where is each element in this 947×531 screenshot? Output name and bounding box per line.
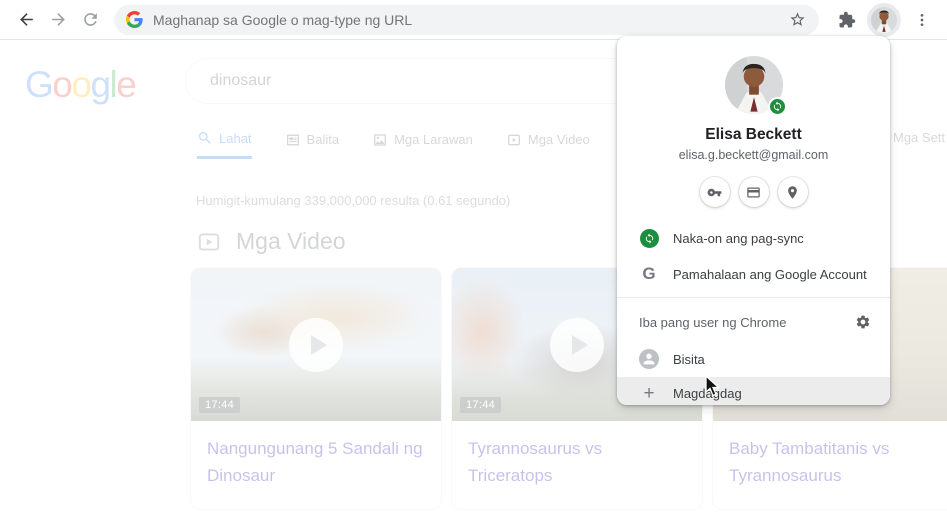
tab-balita[interactable]: Balita	[285, 130, 340, 159]
forward-button[interactable]	[42, 4, 74, 36]
profile-menu: Elisa Beckett elisa.g.beckett@gmail.com …	[617, 36, 890, 405]
profile-shortcuts	[617, 177, 890, 207]
play-button-icon[interactable]	[289, 317, 343, 372]
browser-toolbar	[0, 0, 947, 40]
profile-avatar-large	[724, 56, 787, 116]
videos-heading-label: Mga Video	[236, 228, 346, 254]
star-icon	[789, 12, 805, 26]
extensions-button[interactable]	[831, 4, 863, 36]
result-stats: Humigit-kumulang 339,000,000 resulta (0.…	[196, 193, 511, 208]
profile-menu-header: Elisa Beckett elisa.g.beckett@gmail.com	[617, 36, 890, 207]
video-duration-badge: 17:44	[199, 397, 241, 413]
browser-menu-button[interactable]	[907, 5, 937, 35]
manage-users-button[interactable]	[850, 309, 876, 335]
back-arrow-icon	[19, 13, 33, 26]
tab-label: Mga Video	[527, 132, 590, 147]
sync-badge-icon	[767, 97, 787, 116]
gear-icon	[856, 315, 870, 329]
sync-on-icon	[639, 228, 659, 248]
profile-email: elisa.g.beckett@gmail.com	[678, 148, 829, 162]
profile-name: Elisa Beckett	[705, 126, 802, 143]
video-thumbnail[interactable]: 17:44	[191, 268, 441, 421]
tab-lahat[interactable]: Lahat	[197, 130, 252, 159]
guest-item[interactable]: Bisita	[617, 341, 890, 377]
manage-google-account-item[interactable]: G Pamahalaan ang Google Account	[617, 256, 890, 292]
google-g-glyph-icon: G	[642, 264, 656, 283]
other-users-section: Iba pang user ng Chrome	[617, 303, 890, 341]
search-icon	[199, 132, 211, 144]
bookmark-star-button[interactable]	[785, 8, 809, 32]
forward-arrow-icon	[51, 13, 65, 26]
videos-icon	[507, 134, 520, 145]
profile-avatar	[871, 6, 897, 33]
payment-methods-button[interactable]	[738, 177, 769, 207]
reload-icon	[83, 13, 97, 26]
address-input[interactable]	[153, 11, 785, 28]
manage-account-label: Pamahalaan ang Google Account	[673, 266, 867, 282]
add-user-item[interactable]: + Magdagdag	[617, 377, 890, 405]
profile-avatar-button[interactable]	[867, 2, 901, 37]
tab-mga-larawan[interactable]: Mga Larawan	[372, 130, 473, 159]
profile-menu-items: Naka-on ang pag-sync G Pamahalaan ang Go…	[617, 220, 890, 405]
plus-icon: +	[643, 383, 655, 404]
video-card[interactable]: 17:44 Nangungunang 5 Sandali ng Dinosaur	[190, 267, 442, 510]
other-users-label: Iba pang user ng Chrome	[639, 314, 787, 330]
sync-status-item[interactable]: Naka-on ang pag-sync	[617, 220, 890, 256]
three-dots-icon	[920, 13, 924, 26]
tab-mga-setting[interactable]: Mga Sett	[893, 130, 945, 145]
google-logo[interactable]: Google	[25, 64, 137, 106]
guest-avatar-icon	[639, 349, 659, 369]
sync-status-label: Naka-on ang pag-sync	[673, 230, 804, 246]
location-pin-icon	[788, 185, 797, 199]
puzzle-icon	[839, 11, 856, 27]
videos-section-heading: Mga Video	[196, 228, 346, 255]
reload-button[interactable]	[74, 4, 106, 36]
play-button-icon[interactable]	[550, 317, 604, 372]
mouse-cursor	[705, 375, 721, 397]
tab-mga-video[interactable]: Mga Video	[506, 130, 590, 159]
key-icon	[707, 188, 722, 196]
tab-label: Lahat	[219, 130, 252, 146]
passwords-button[interactable]	[699, 177, 730, 207]
tab-label: Balita	[306, 132, 340, 147]
google-g-icon	[126, 11, 143, 28]
video-duration-badge: 17:44	[460, 397, 502, 413]
images-icon	[374, 133, 387, 146]
news-icon	[286, 134, 299, 145]
video-title-link[interactable]: Tyrannosaurus vs Triceratops	[452, 421, 702, 509]
guest-label: Bisita	[673, 351, 705, 367]
video-title-link[interactable]: Nangungunang 5 Sandali ng Dinosaur	[191, 421, 441, 509]
address-bar[interactable]	[114, 4, 819, 35]
menu-divider	[617, 297, 890, 298]
back-button[interactable]	[10, 4, 42, 36]
search-box[interactable]	[185, 58, 665, 104]
videos-section-icon	[198, 232, 220, 251]
video-title-link[interactable]: Baby Tambatitanis vs Tyrannosaurus	[713, 421, 947, 509]
search-input[interactable]	[210, 72, 640, 90]
payment-card-icon	[747, 187, 760, 197]
tab-label: Mga Larawan	[394, 132, 473, 147]
addresses-button[interactable]	[777, 177, 808, 207]
result-tabs: Lahat Balita Mga Larawan Mga Video	[197, 130, 590, 159]
